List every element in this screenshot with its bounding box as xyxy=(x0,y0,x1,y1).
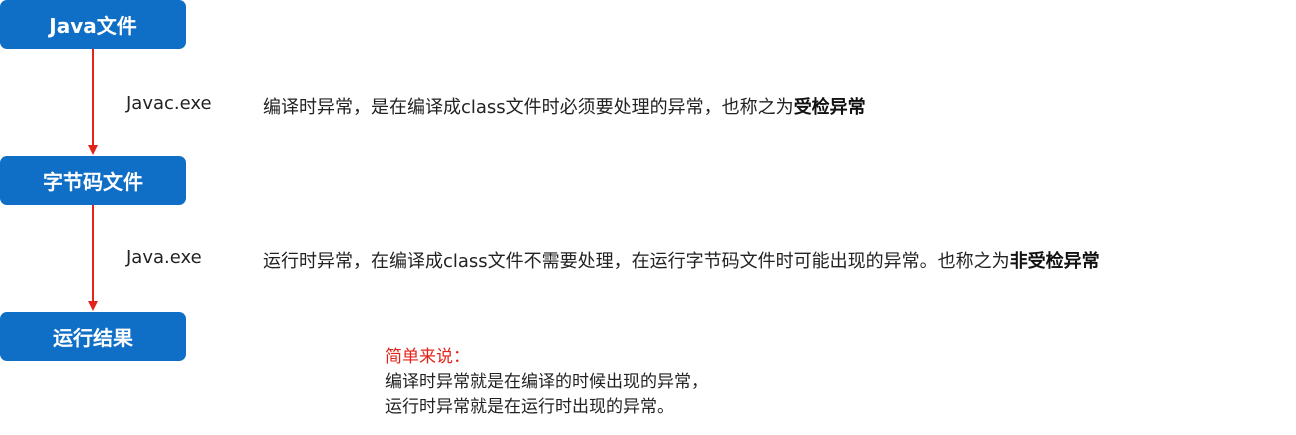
checked-exception-term: 受检异常 xyxy=(793,97,866,118)
stage-bytecode-file: 字节码文件 xyxy=(0,156,186,205)
tool-java-label: Java.exe xyxy=(126,247,202,268)
summary-heading: 简单来说： xyxy=(385,347,470,367)
stage-run-result-label: 运行结果 xyxy=(53,326,133,350)
unchecked-exception-term: 非受检异常 xyxy=(1009,251,1100,272)
unchecked-exception-description: 运行时异常，在编译成class文件不需要处理，在运行字节码文件时可能出现的异常。… xyxy=(263,247,1100,273)
checked-exception-description: 编译时异常，是在编译成class文件时必须要处理的异常，也称之为受检异常 xyxy=(263,93,866,119)
summary-note: 简单来说： 编译时异常就是在编译的时候出现的异常， 运行时异常就是在运行时出现的… xyxy=(385,345,708,420)
checked-exception-text: 编译时异常，是在编译成class文件时必须要处理的异常，也称之为 xyxy=(263,97,794,118)
stage-java-file: Java文件 xyxy=(0,0,186,49)
unchecked-exception-text: 运行时异常，在编译成class文件不需要处理，在运行字节码文件时可能出现的异常。… xyxy=(263,251,1010,272)
stage-bytecode-file-label: 字节码文件 xyxy=(43,170,143,194)
stage-java-file-label: Java文件 xyxy=(49,14,137,38)
summary-line-runtime: 运行时异常就是在运行时出现的异常。 xyxy=(385,397,674,417)
stage-run-result: 运行结果 xyxy=(0,312,186,361)
summary-line-compile: 编译时异常就是在编译的时候出现的异常， xyxy=(385,372,708,392)
tool-javac-label: Javac.exe xyxy=(126,93,212,114)
